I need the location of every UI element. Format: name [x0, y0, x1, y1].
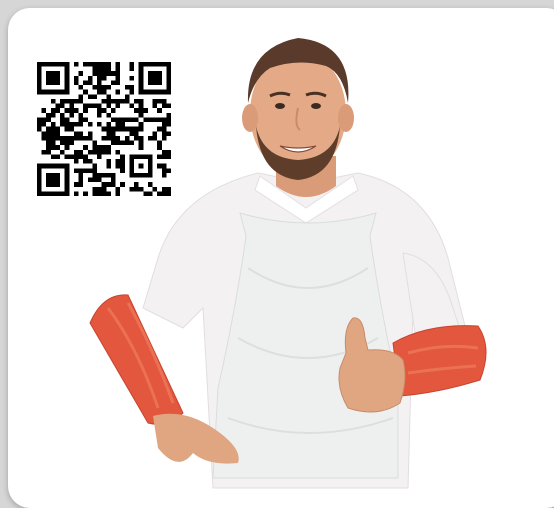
man-in-disposable-apron: [89, 38, 487, 489]
product-card: [8, 8, 554, 508]
right-sleeve: [392, 325, 487, 397]
